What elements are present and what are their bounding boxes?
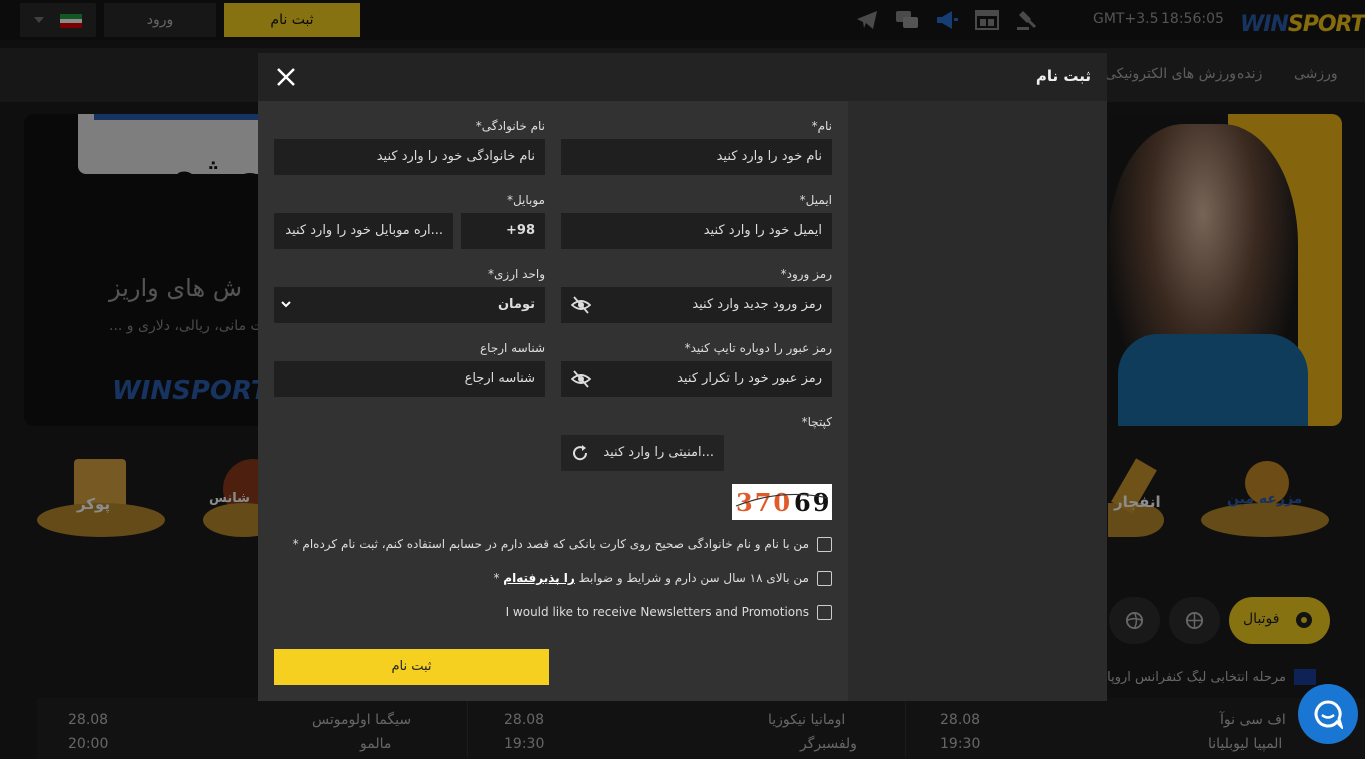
mobile-prefix[interactable]: +98 xyxy=(461,213,545,249)
modal-header: ثبت نام xyxy=(258,53,1107,101)
currency-select[interactable]: تومان xyxy=(274,287,545,323)
last-name-input[interactable]: نام خانوادگی خود را وارد کنید xyxy=(274,139,545,175)
email-label: ایمیل* xyxy=(799,193,832,207)
age-terms-checkbox[interactable] xyxy=(817,570,832,586)
eye-off-icon[interactable] xyxy=(571,370,591,388)
live-chat-button[interactable] xyxy=(1298,684,1358,744)
password-repeat-label: رمز عبور را دوباره تایپ کنید* xyxy=(684,341,832,355)
mobile-label: موبایل* xyxy=(506,193,545,207)
eye-off-icon[interactable] xyxy=(571,296,591,314)
currency-value: تومان xyxy=(497,297,535,312)
email-input[interactable]: ایمیل خود را وارد کنید xyxy=(561,213,832,249)
age-terms-suffix: * xyxy=(493,571,504,585)
password-placeholder: رمز ورود جدید وارد کنید xyxy=(692,297,822,312)
register-form: نام* نام خود را وارد کنید نام خانوادگی* … xyxy=(258,101,848,701)
mobile-input[interactable]: ...اره موبایل خود را وارد کنید xyxy=(274,213,453,249)
bank-card-consent-row[interactable]: من با نام و نام خانوادگی صحیح روی کارت ب… xyxy=(293,535,832,553)
chevron-down-icon xyxy=(281,301,291,308)
first-name-input[interactable]: نام خود را وارد کنید xyxy=(561,139,832,175)
captcha-label: کپتچا* xyxy=(801,415,832,429)
password-repeat-placeholder: رمز عبور خود را تکرار کنید xyxy=(677,371,822,386)
password-input[interactable]: رمز ورود جدید وارد کنید xyxy=(561,287,832,323)
age-terms-row[interactable]: من بالای ۱۸ سال سن دارم و شرایط و ضوابط … xyxy=(493,569,832,587)
terms-link[interactable]: را پذیرفته‌ام xyxy=(503,571,575,585)
password-label: رمز ورود* xyxy=(780,267,832,281)
captcha-input[interactable]: ...امنیتی را وارد کنید xyxy=(561,435,724,471)
age-terms-prefix: من بالای ۱۸ سال سن دارم و شرایط و ضوابط xyxy=(574,571,809,585)
last-name-label: نام خانوادگی* xyxy=(475,119,545,133)
newsletter-checkbox[interactable] xyxy=(817,604,832,620)
age-terms-text: من بالای ۱۸ سال سن دارم و شرایط و ضوابط … xyxy=(493,571,809,585)
register-modal: ثبت نام نام* نام خود را وارد کنید نام خا… xyxy=(258,53,1107,701)
newsletter-text: I would like to receive Newsletters and … xyxy=(505,605,809,619)
chat-bubble-icon xyxy=(1314,700,1343,729)
bank-card-checkbox[interactable] xyxy=(817,536,832,552)
referral-label: شناسه ارجاع xyxy=(480,341,545,355)
refresh-icon[interactable] xyxy=(571,444,589,462)
submit-register-button[interactable]: ثبت نام xyxy=(274,649,549,685)
captcha-placeholder: ...امنیتی را وارد کنید xyxy=(603,445,714,460)
password-repeat-input[interactable]: رمز عبور خود را تکرار کنید xyxy=(561,361,832,397)
currency-label: واحد ارزی* xyxy=(488,267,545,281)
referral-input[interactable]: شناسه ارجاع xyxy=(274,361,545,397)
first-name-label: نام* xyxy=(811,119,832,133)
captcha-image: 370 69 xyxy=(732,484,832,520)
bank-card-consent-text: من با نام و نام خانوادگی صحیح روی کارت ب… xyxy=(292,537,809,551)
close-icon[interactable] xyxy=(274,65,298,89)
newsletter-row[interactable]: I would like to receive Newsletters and … xyxy=(506,603,832,621)
modal-title: ثبت نام xyxy=(1035,67,1091,85)
